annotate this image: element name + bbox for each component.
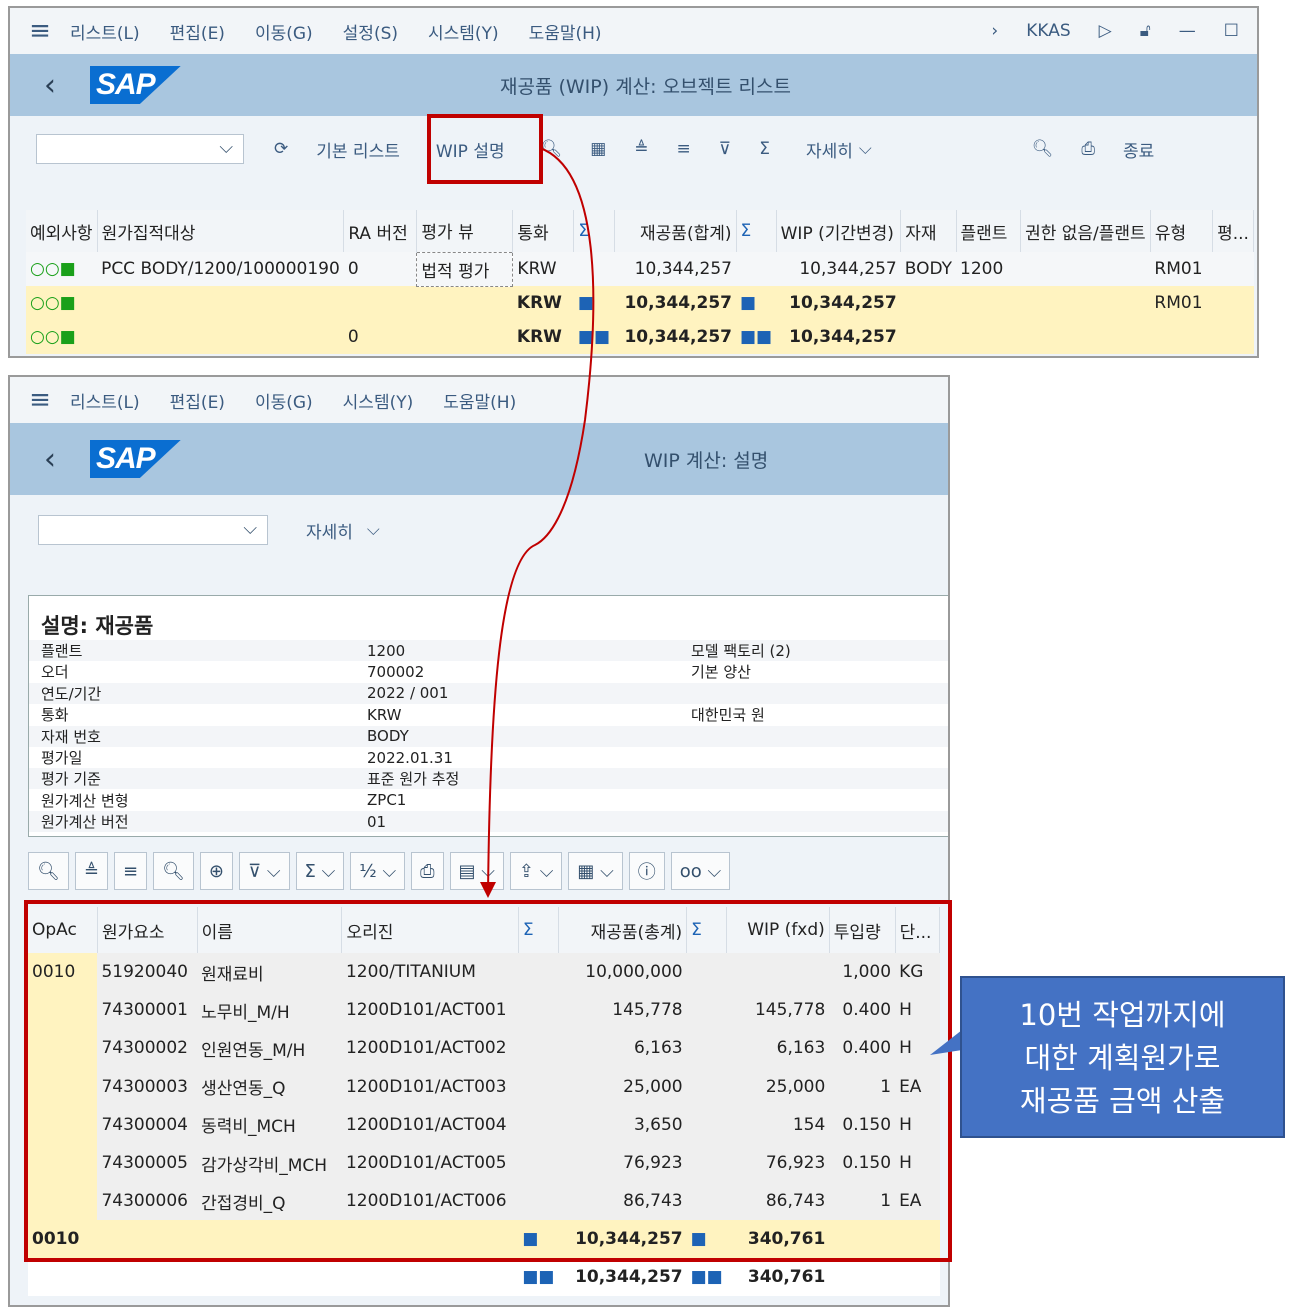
explanation-callout: 10번 작업까지에 대한 계획원가로 재공품 금액 산출: [960, 976, 1285, 1138]
callout-line: 10번 작업까지에: [1019, 998, 1226, 1032]
callout-line: 재공품 금액 산출: [1019, 1084, 1226, 1118]
callout-line: 대한 계획원가로: [1024, 1041, 1221, 1075]
